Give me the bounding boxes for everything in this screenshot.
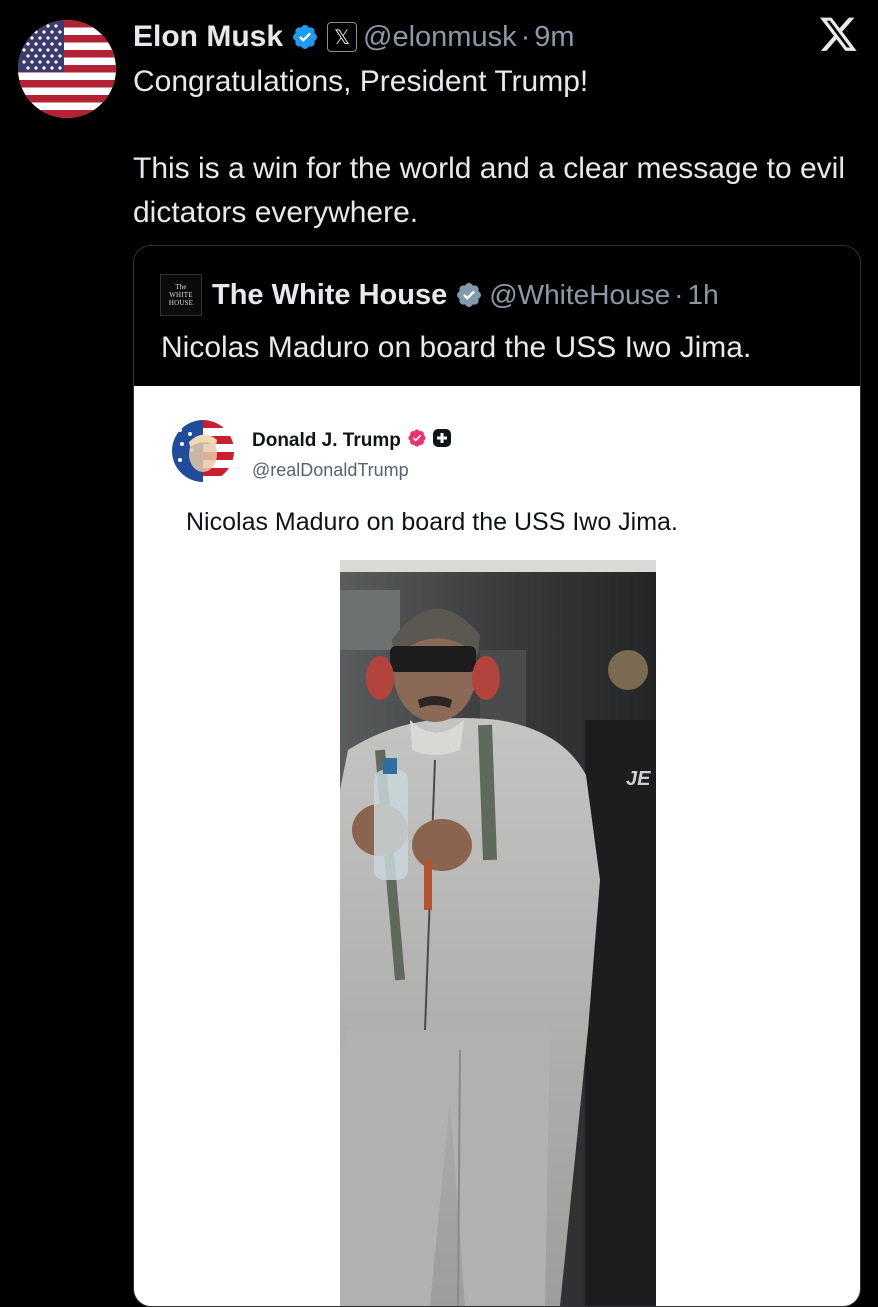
quoted-timestamp[interactable]: 1h [688,279,719,311]
embedded-author-handle: @realDonaldTrump [252,460,409,480]
tweet-text: Congratulations, President Trump! This i… [133,60,858,235]
logo-text-house: HOUSE [168,299,194,307]
embedded-author-name: Donald J. Trump [252,428,452,454]
quoted-author-name[interactable]: The White House [212,279,447,312]
separator-dot: · [520,20,531,53]
author-avatar[interactable] [18,20,116,118]
author-handle[interactable]: @elonmusk [363,21,517,54]
logo-text-the: The [175,283,187,291]
white-house-logo[interactable]: The WHITE HOUSE [160,274,202,316]
quoted-media-image[interactable]: Donald J. Trump @realDonaldTrump Nicolas… [134,386,860,1306]
tweet-text-line1: Congratulations, President Trump! [133,65,589,98]
quoted-tweet-card[interactable]: The WHITE HOUSE The White House @WhiteHo… [133,245,861,1307]
truth-social-plus-icon [432,428,452,454]
quoted-author-handle[interactable]: @WhiteHouse [489,279,670,311]
logo-text-white: WHITE [169,291,193,299]
tweet-text-line2: This is a win for the world and a clear … [133,152,845,229]
svg-text:JE: JE [626,768,651,790]
embedded-post-text: Nicolas Maduro on board the USS Iwo Jima… [186,508,678,536]
maduro-photo: JE [340,560,656,1306]
tweet-timestamp[interactable]: 9m [534,21,574,54]
quoted-tweet-text: Nicolas Maduro on board the USS Iwo Jima… [161,331,752,364]
author-name[interactable]: Elon Musk [133,20,283,54]
separator-dot: · [674,279,684,310]
us-flag-icon [18,20,116,118]
quoted-tweet-header: The WHITE HOUSE The White House @WhiteHo… [160,274,719,316]
verified-badge-pink-icon [407,428,427,454]
verified-badge-icon[interactable] [291,23,319,51]
verified-badge-gray-icon[interactable] [455,281,483,309]
x-affiliate-badge[interactable]: 𝕏 [327,22,358,52]
trump-avatar [172,420,234,482]
embedded-author-name-text: Donald J. Trump [252,430,401,451]
x-logo-icon[interactable] [818,14,860,56]
tweet-header: Elon Musk 𝕏 @elonmusk · 9m [133,17,575,57]
